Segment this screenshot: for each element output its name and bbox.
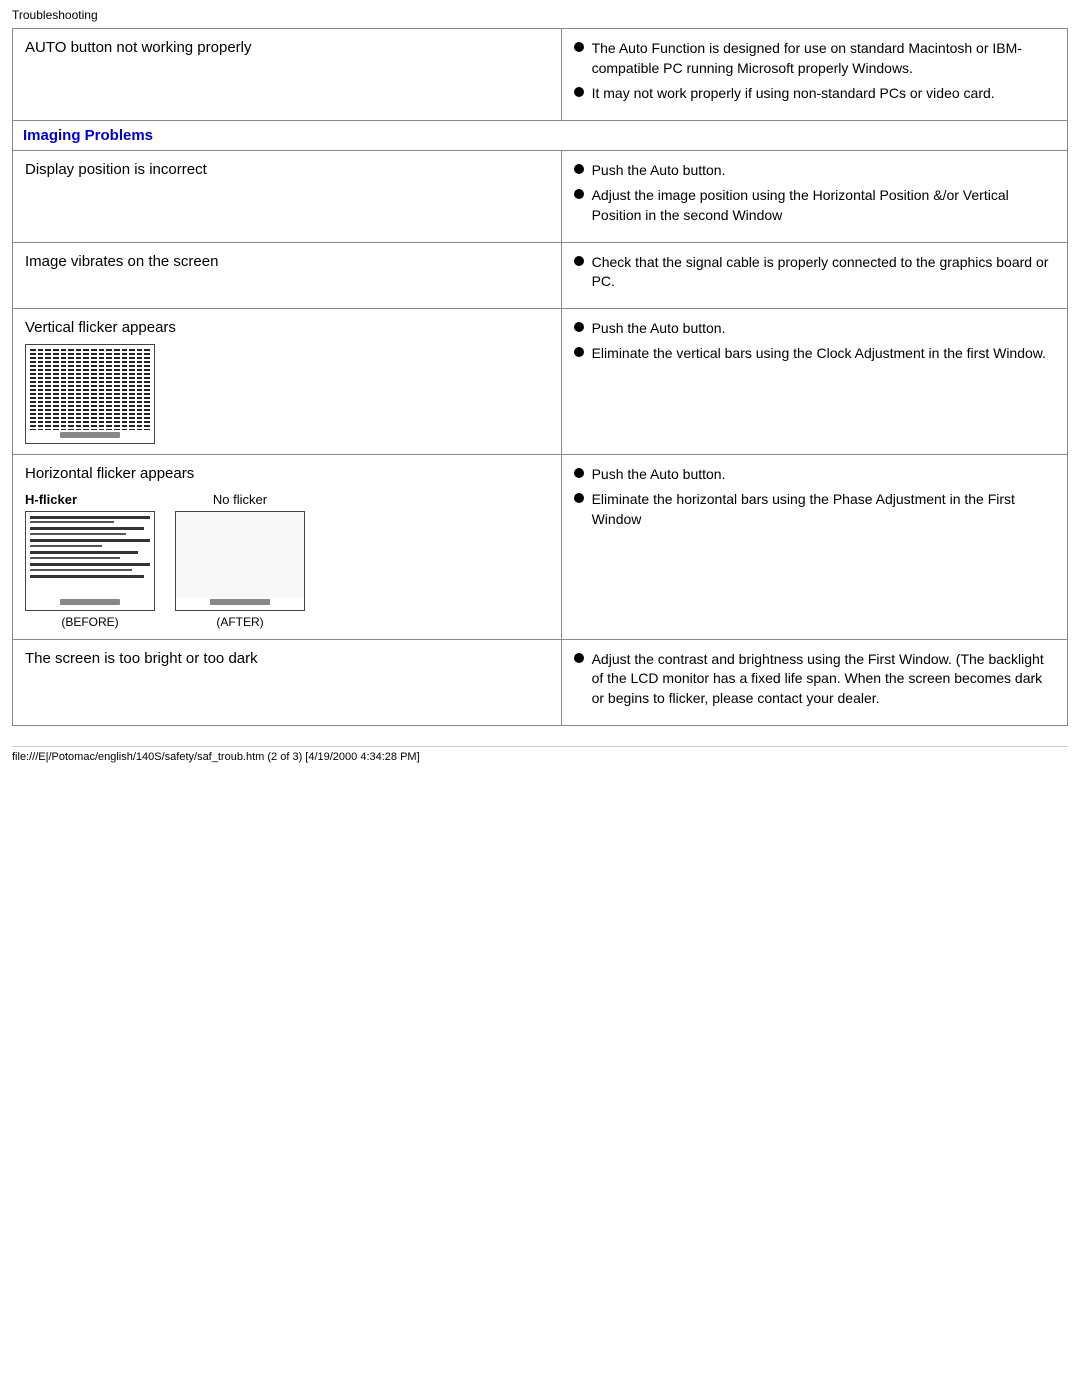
hflicker-comparison: H-flicker <box>25 492 549 629</box>
breadcrumb: Troubleshooting <box>12 8 1068 22</box>
bullet-icon <box>574 347 584 357</box>
bullet-icon <box>574 164 584 174</box>
list-item: Push the Auto button. <box>574 319 1055 339</box>
solution-cell: Adjust the contrast and brightness using… <box>561 639 1067 725</box>
problem-cell: The screen is too bright or too dark <box>13 639 562 725</box>
table-row: AUTO button not working properly The Aut… <box>13 29 1068 121</box>
hflicker-after-image <box>175 511 305 611</box>
hflicker-before-image <box>25 511 155 611</box>
solution-text: The Auto Function is designed for use on… <box>592 39 1055 78</box>
bullet-icon <box>574 87 584 97</box>
table-row: Display position is incorrect Push the A… <box>13 150 1068 242</box>
problem-cell: Display position is incorrect <box>13 150 562 242</box>
solution-text: It may not work properly if using non-st… <box>592 84 995 104</box>
solution-text: Push the Auto button. <box>592 319 726 339</box>
solution-cell: Push the Auto button. Eliminate the hori… <box>561 454 1067 639</box>
list-item: It may not work properly if using non-st… <box>574 84 1055 104</box>
table-row: Vertical flicker appears <box>13 308 1068 454</box>
list-item: Adjust the image position using the Hori… <box>574 186 1055 225</box>
problem-cell: Image vibrates on the screen <box>13 242 562 308</box>
solution-list: The Auto Function is designed for use on… <box>574 39 1055 104</box>
table-row: The screen is too bright or too dark Adj… <box>13 639 1068 725</box>
bullet-icon <box>574 653 584 663</box>
hflicker-after-col: No flicker (AFTER) <box>175 492 305 629</box>
problem-title: Display position is incorrect <box>25 161 207 178</box>
problem-title: AUTO button not working properly <box>25 39 252 56</box>
solution-text: Adjust the image position using the Hori… <box>592 186 1055 225</box>
bullet-icon <box>574 493 584 503</box>
list-item: Eliminate the horizontal bars using the … <box>574 490 1055 529</box>
bullet-icon <box>574 189 584 199</box>
hflicker-after-label: No flicker <box>213 492 267 507</box>
hflicker-before-col: H-flicker <box>25 492 155 629</box>
problem-cell: AUTO button not working properly <box>13 29 562 121</box>
list-item: Eliminate the vertical bars using the Cl… <box>574 344 1055 364</box>
solution-cell: Push the Auto button. Eliminate the vert… <box>561 308 1067 454</box>
bullet-icon <box>574 468 584 478</box>
problem-cell: Horizontal flicker appears H-flicker <box>13 454 562 639</box>
solution-list: Push the Auto button. Eliminate the hori… <box>574 465 1055 530</box>
solution-list: Adjust the contrast and brightness using… <box>574 650 1055 709</box>
problem-title: The screen is too bright or too dark <box>25 650 258 667</box>
solution-text: Eliminate the horizontal bars using the … <box>592 490 1055 529</box>
table-row: Image vibrates on the screen Check that … <box>13 242 1068 308</box>
solution-list: Check that the signal cable is properly … <box>574 253 1055 292</box>
solution-cell: Check that the signal cable is properly … <box>561 242 1067 308</box>
list-item: Check that the signal cable is properly … <box>574 253 1055 292</box>
after-caption: (AFTER) <box>216 615 263 629</box>
solution-text: Push the Auto button. <box>592 465 726 485</box>
solution-cell: The Auto Function is designed for use on… <box>561 29 1067 121</box>
table-row: Horizontal flicker appears H-flicker <box>13 454 1068 639</box>
hflicker-before-label: H-flicker <box>25 492 77 507</box>
bullet-icon <box>574 256 584 266</box>
section-header-label: Imaging Problems <box>23 127 153 144</box>
vertical-flicker-image <box>25 344 155 444</box>
bullet-icon <box>574 42 584 52</box>
list-item: Push the Auto button. <box>574 465 1055 485</box>
troubleshooting-table: AUTO button not working properly The Aut… <box>12 28 1068 726</box>
problem-title: Image vibrates on the screen <box>25 253 218 270</box>
problem-cell: Vertical flicker appears <box>13 308 562 454</box>
problem-title: Vertical flicker appears <box>25 319 176 336</box>
list-item: Push the Auto button. <box>574 161 1055 181</box>
problem-title: Horizontal flicker appears <box>25 465 194 482</box>
list-item: Adjust the contrast and brightness using… <box>574 650 1055 709</box>
solution-text: Eliminate the vertical bars using the Cl… <box>592 344 1046 364</box>
solution-text: Check that the signal cable is properly … <box>592 253 1055 292</box>
solution-text: Push the Auto button. <box>592 161 726 181</box>
solution-list: Push the Auto button. Eliminate the vert… <box>574 319 1055 364</box>
status-bar: file:///E|/Potomac/english/140S/safety/s… <box>12 746 1068 763</box>
section-header-row: Imaging Problems <box>13 120 1068 150</box>
section-header-cell: Imaging Problems <box>13 120 1068 150</box>
list-item: The Auto Function is designed for use on… <box>574 39 1055 78</box>
before-caption: (BEFORE) <box>61 615 118 629</box>
solution-text: Adjust the contrast and brightness using… <box>592 650 1055 709</box>
solution-list: Push the Auto button. Adjust the image p… <box>574 161 1055 226</box>
bullet-icon <box>574 322 584 332</box>
solution-cell: Push the Auto button. Adjust the image p… <box>561 150 1067 242</box>
